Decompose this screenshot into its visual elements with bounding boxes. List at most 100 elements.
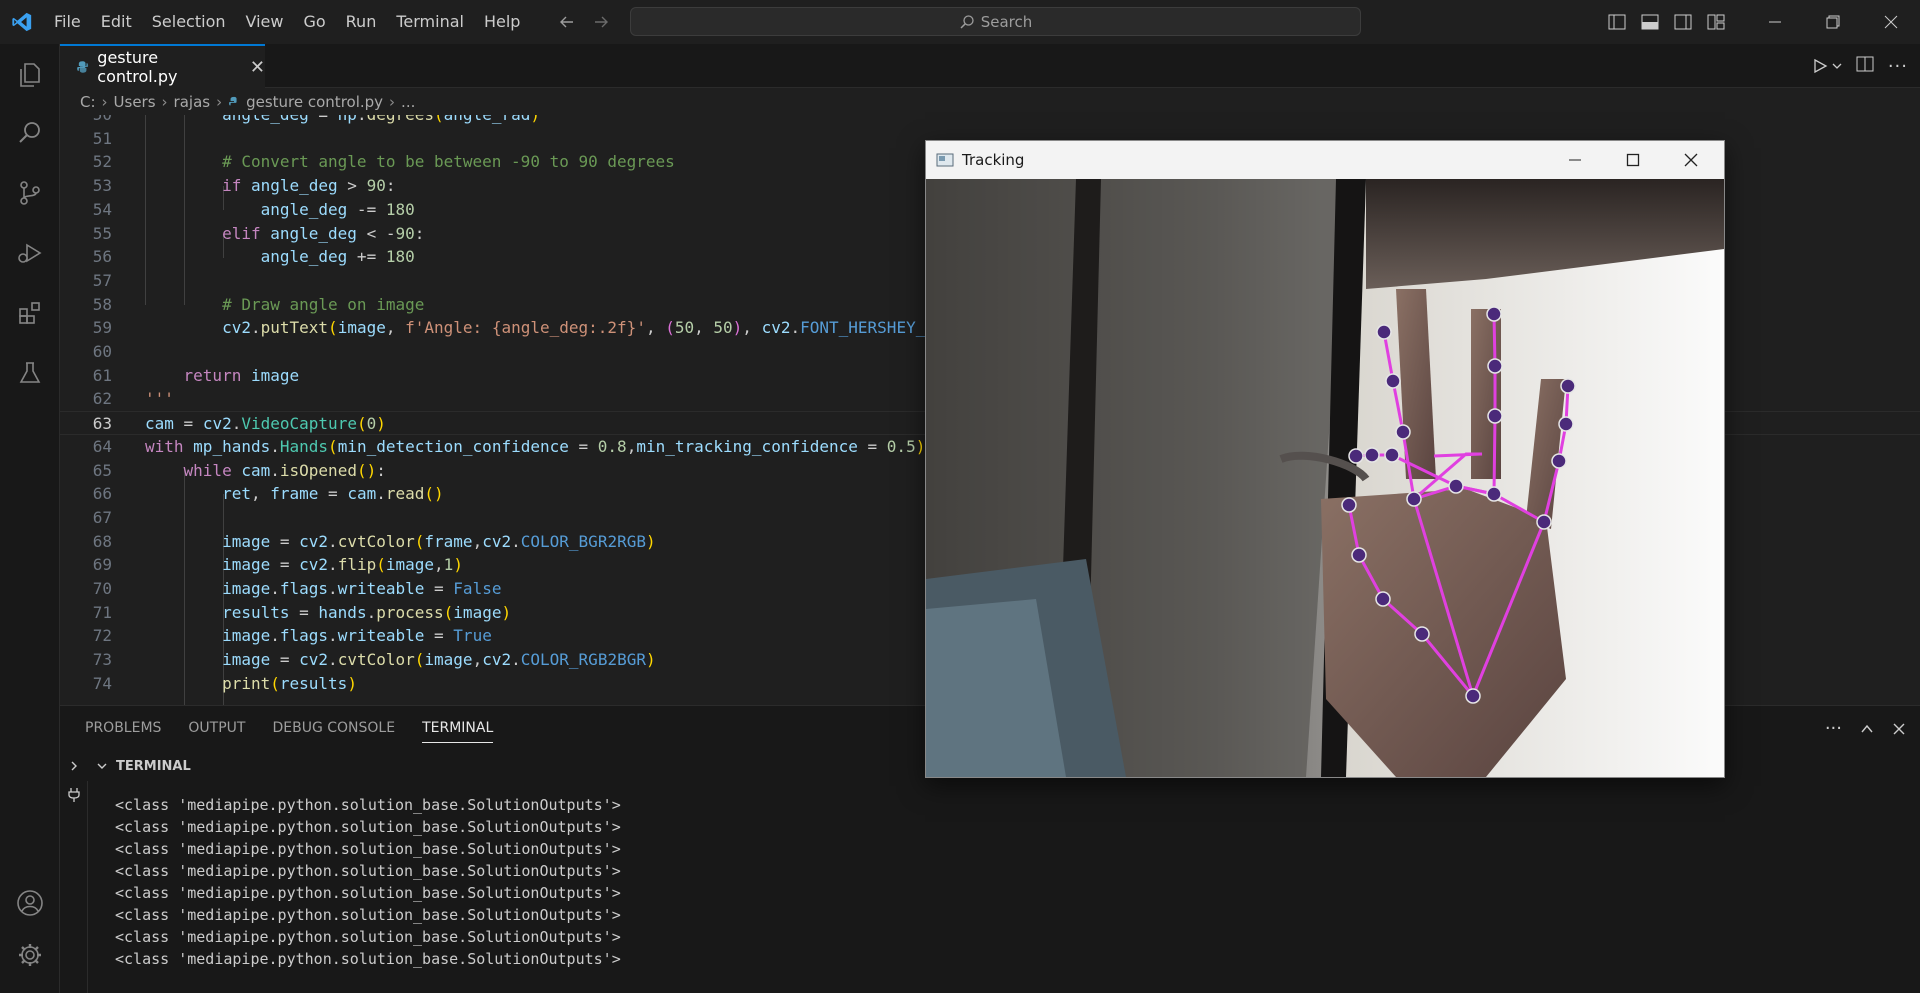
close-window-icon[interactable] [1862,0,1920,44]
terminal-sidebar [60,781,88,993]
line-number: 64 [92,436,112,456]
line-number: 51 [92,128,112,148]
menu-help[interactable]: Help [474,0,530,44]
settings-gear-icon[interactable] [0,926,60,984]
menu-terminal[interactable]: Terminal [386,0,474,44]
breadcrumb-users[interactable]: Users [114,93,156,111]
breadcrumb-symbol[interactable]: ... [401,93,415,111]
code-text: ret, frame = cam.read() [222,484,444,504]
code-text: # Convert angle to be between -90 to 90 … [222,152,675,172]
menu-edit[interactable]: Edit [91,0,142,44]
line-number: 68 [92,531,112,551]
extensions-icon[interactable] [0,284,60,342]
tab-close-icon[interactable]: ✕ [250,57,265,78]
tracking-maximize-icon[interactable] [1604,141,1662,179]
line-number: 61 [92,365,112,385]
close-panel-icon[interactable] [1892,722,1906,736]
terminal-line: <class 'mediapipe.python.solution_base.S… [115,840,621,858]
tab-terminal[interactable]: TERMINAL [422,706,506,751]
command-center-search[interactable]: Search [630,7,1361,36]
chevron-right-icon[interactable] [68,760,80,772]
breadcrumb-rajas[interactable]: rajas [174,93,211,111]
source-control-icon[interactable] [0,164,60,222]
terminal-line: <class 'mediapipe.python.solution_base.S… [115,796,621,814]
panel-more-actions-icon[interactable]: ··· [1825,718,1842,739]
activity-bar [0,44,60,993]
code-text: angle_deg -= 180 [260,199,415,219]
tracking-window[interactable]: Tracking [925,140,1725,778]
maximize-panel-icon[interactable] [1860,722,1874,736]
line-number: 73 [92,650,112,670]
tab-label: gesture control.py [97,48,178,86]
terminal-line: <class 'mediapipe.python.solution_base.S… [115,884,621,902]
line-number: 67 [92,507,112,527]
accounts-icon[interactable] [0,874,60,932]
line-number: 62 [92,389,112,409]
webcam-image [926,179,1724,777]
run-python-file-icon[interactable] [1812,58,1842,74]
code-text: image = cv2.flip(image,1) [222,555,463,575]
line-number: 72 [92,626,112,646]
code-text: ''' [145,389,174,409]
customize-layout-icon[interactable] [1699,0,1732,44]
more-actions-icon[interactable]: ··· [1888,56,1908,77]
terminal-line: <class 'mediapipe.python.solution_base.S… [115,928,621,946]
code-text: angle_deg = np.degrees(angle_rad) [145,115,540,127]
line-number: 70 [92,579,112,598]
chevron-down-icon[interactable] [96,760,108,772]
toggle-primary-sidebar-icon[interactable] [1600,0,1633,44]
line-number: 53 [92,176,112,196]
code-text: if angle_deg > 90: [222,176,396,196]
chevron-down-icon[interactable] [1832,61,1842,71]
menu-run[interactable]: Run [336,0,387,44]
code-text: image.flags.writeable = True [222,626,492,646]
menu-selection[interactable]: Selection [142,0,236,44]
breadcrumb-drive[interactable]: C: [80,93,96,111]
menu-go[interactable]: Go [293,0,335,44]
tab-problems[interactable]: PROBLEMS [85,706,174,751]
code-text: cv2.putText(image, f'Angle: {angle_deg:.… [222,318,926,338]
tracking-minimize-icon[interactable] [1546,141,1604,179]
search-view-icon[interactable] [0,104,60,162]
tracking-close-icon[interactable] [1662,141,1720,179]
menu-view[interactable]: View [236,0,294,44]
tab-output[interactable]: OUTPUT [188,706,258,751]
terminal-output[interactable]: <class 'mediapipe.python.solution_base.S… [115,794,621,970]
python-file-icon [77,61,89,73]
split-editor-icon[interactable] [1856,56,1874,76]
search-icon [960,14,974,29]
window-app-icon [936,153,954,167]
minimize-icon[interactable] [1746,0,1804,44]
restore-icon[interactable] [1804,0,1862,44]
line-number: 65 [92,460,112,480]
title-bar: File Edit Selection View Go Run Terminal… [0,0,1920,44]
menu-file[interactable]: File [44,0,91,44]
tab-debug-console[interactable]: DEBUG CONSOLE [272,706,408,751]
explorer-icon[interactable] [0,46,60,104]
code-text: image = cv2.cvtColor(frame,cv2.COLOR_BGR… [222,531,656,551]
line-number: 54 [92,199,112,219]
menu-bar: File Edit Selection View Go Run Terminal… [44,0,530,44]
code-line[interactable]: 50 angle_deg = np.degrees(angle_rad) [60,115,1920,127]
run-debug-icon[interactable] [0,224,60,282]
line-number: 69 [92,555,112,575]
tab-gesture-control[interactable]: gesture control.py ✕ [60,44,265,88]
back-arrow-icon[interactable] [556,11,578,33]
vscode-logo-icon [0,0,44,44]
breadcrumb-file[interactable]: gesture control.py [246,93,383,111]
line-number: 66 [92,484,112,504]
line-number: 58 [92,294,112,314]
code-text: results = hands.process(image) [222,602,512,622]
forward-arrow-icon[interactable] [590,11,612,33]
tracking-titlebar[interactable]: Tracking [926,141,1724,179]
toggle-secondary-sidebar-icon[interactable] [1666,0,1699,44]
breadcrumb-separator-icon: › [216,92,223,111]
code-text: while cam.isOpened(): [183,460,386,480]
testing-flask-icon[interactable] [0,344,60,402]
toggle-panel-icon[interactable] [1633,0,1666,44]
line-number: 71 [92,602,112,622]
terminal-line: <class 'mediapipe.python.solution_base.S… [115,950,621,968]
breadcrumb-separator-icon: › [389,92,396,111]
code-text: image = cv2.cvtColor(image,cv2.COLOR_RGB… [222,650,656,670]
code-text: return image [183,365,300,385]
